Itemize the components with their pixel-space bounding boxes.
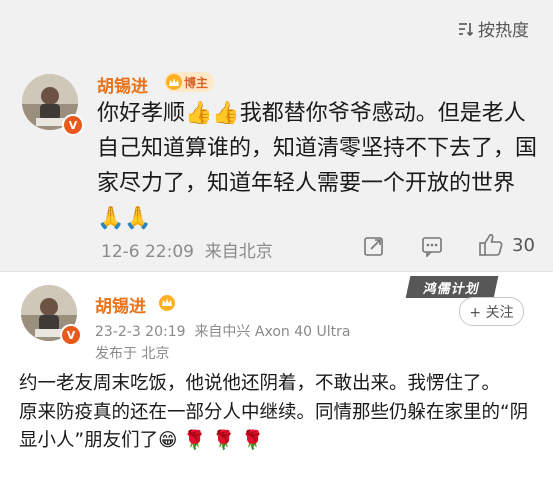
verified-icon: V	[60, 324, 82, 346]
watermark: 鸿儒计划	[405, 276, 499, 298]
share-icon[interactable]	[363, 235, 385, 257]
post-text: 约一老友周末吃饭，他说他还阴着，不敢出来。我愣住了。 原来防疫真的还在一部分人中…	[19, 370, 539, 456]
post-username[interactable]: 胡锡进	[95, 292, 146, 317]
post-meta: 23-2-3 20:19 来自中兴 Axon 40 Ultra	[95, 321, 350, 341]
comment-text: 你好孝顺👍👍我都替你爷爷感动。但是老人自己知道算谁的，知道清零坚持不下去了，国家…	[97, 101, 538, 231]
rose-emojis: 🌹 🌹 🌹	[183, 430, 265, 452]
comment-username[interactable]: 胡锡进	[97, 72, 148, 97]
op-badge-label: 博主	[184, 75, 209, 90]
comment-meta: 12-6 22:09 来自北京	[101, 237, 273, 262]
verified-icon: V	[62, 114, 84, 136]
like-icon[interactable]	[478, 232, 504, 258]
divider	[0, 271, 553, 272]
sort-toggle[interactable]: 按热度	[458, 16, 529, 41]
crown-icon	[166, 74, 182, 90]
comment-source: 来自北京	[204, 242, 273, 262]
post-time: 23-2-3 20:19	[95, 324, 186, 340]
comment-icon[interactable]	[421, 235, 443, 257]
post-text-main: 约一老友周末吃饭，他说他还阴着，不敢出来。我愣住了。 原来防疫真的还在一部分人中…	[19, 373, 529, 452]
follow-button[interactable]: + 关注	[459, 297, 524, 326]
member-icon	[159, 295, 175, 311]
like-count: 30	[512, 235, 535, 256]
post-device: 来自中兴 Axon 40 Ultra	[194, 324, 351, 340]
sort-label: 按热度	[478, 21, 529, 41]
comment-date: 12-6 22:09	[101, 242, 194, 262]
sort-icon	[459, 22, 474, 36]
post-location: 发布于 北京	[95, 346, 170, 362]
op-badge: 博主	[164, 72, 215, 92]
